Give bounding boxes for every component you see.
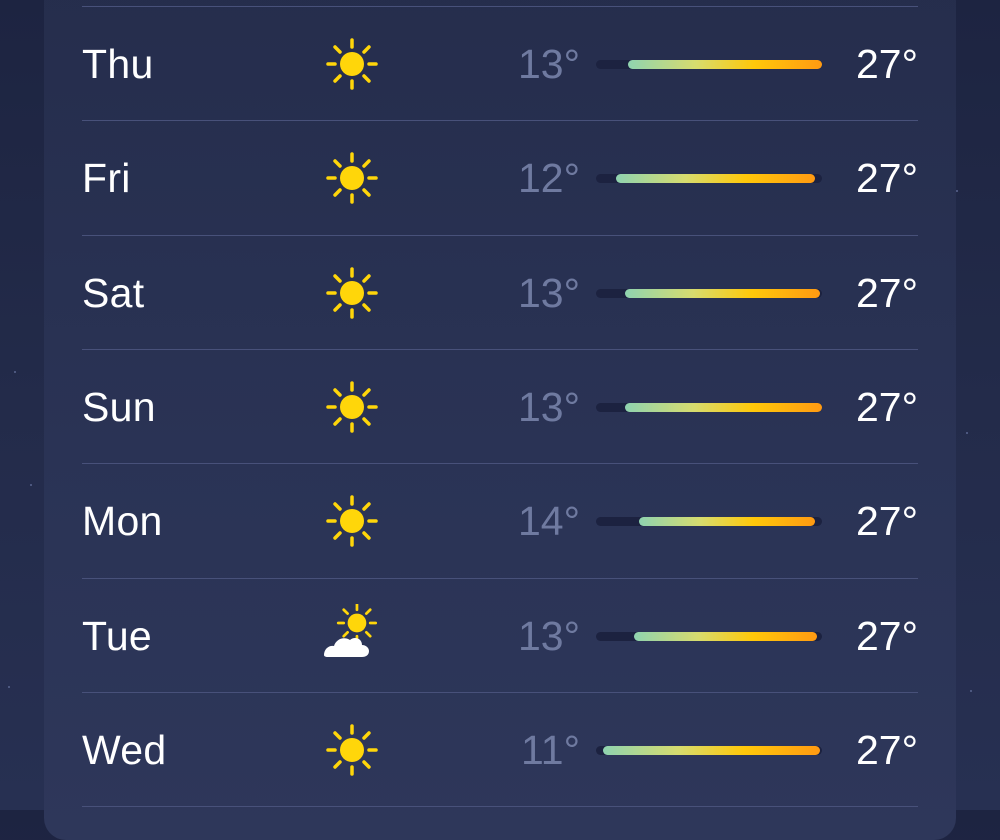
day-label: Wed	[82, 727, 167, 773]
star	[30, 484, 32, 486]
sun-icon	[326, 38, 378, 90]
forecast-row-wed[interactable]: Wed 11° 27°	[82, 693, 918, 807]
low-temp: 14°	[517, 498, 580, 544]
sun-icon	[326, 267, 378, 319]
partly-cloudy-icon	[324, 604, 378, 657]
forecast-row-sat[interactable]: Sat 13° 27°	[82, 236, 918, 350]
temp-range-track	[596, 746, 822, 755]
sun-icon	[326, 152, 378, 204]
high-temp: 27°	[855, 270, 918, 316]
temp-range-track	[596, 289, 822, 298]
sun-icon	[326, 495, 378, 547]
high-temp: 27°	[855, 384, 918, 430]
star	[970, 690, 972, 692]
star	[8, 686, 10, 688]
low-temp: 11°	[521, 727, 580, 773]
temp-range-bar	[627, 60, 822, 69]
temp-range-bar	[602, 746, 820, 755]
temp-range-track	[596, 632, 822, 641]
low-temp: 13°	[517, 270, 580, 316]
sun-icon	[326, 381, 378, 433]
temp-range-track	[596, 174, 822, 183]
temp-range-track	[596, 403, 822, 412]
high-temp: 27°	[855, 727, 918, 773]
day-label: Tue	[82, 613, 153, 659]
day-label: Thu	[82, 41, 154, 87]
low-temp: 13°	[517, 613, 580, 659]
high-temp: 27°	[855, 155, 918, 201]
day-label: Sat	[82, 270, 145, 316]
forecast-row-sun[interactable]: Sun 13° 27°	[82, 350, 918, 464]
temp-range-track	[596, 517, 822, 526]
star	[966, 432, 968, 434]
forecast-row-fri[interactable]: Fri 12° 27°	[82, 121, 918, 235]
cloud-shape	[324, 637, 369, 657]
high-temp: 27°	[855, 41, 918, 87]
temp-range-bar	[616, 174, 816, 183]
temp-range-bar	[625, 289, 820, 298]
temp-range-bar	[625, 403, 822, 412]
temp-range-bar	[634, 632, 818, 641]
temp-range-bar	[638, 517, 816, 526]
sun-icon	[326, 724, 378, 776]
temp-range-track	[596, 60, 822, 69]
forecast-row-thu[interactable]: Thu 13° 27°	[82, 7, 918, 121]
day-label: Sun	[82, 384, 156, 430]
low-temp: 13°	[517, 384, 580, 430]
low-temp: 13°	[517, 41, 580, 87]
low-temp: 12°	[517, 155, 580, 201]
high-temp: 27°	[855, 498, 918, 544]
forecast-row-tue[interactable]: Tue 13° 27°	[82, 579, 918, 693]
high-temp: 27°	[855, 613, 918, 659]
day-label: Mon	[82, 498, 163, 544]
forecast-row-mon[interactable]: Mon 14° 27°	[82, 464, 918, 578]
star	[14, 371, 16, 373]
day-label: Fri	[82, 155, 131, 201]
star	[956, 190, 958, 192]
